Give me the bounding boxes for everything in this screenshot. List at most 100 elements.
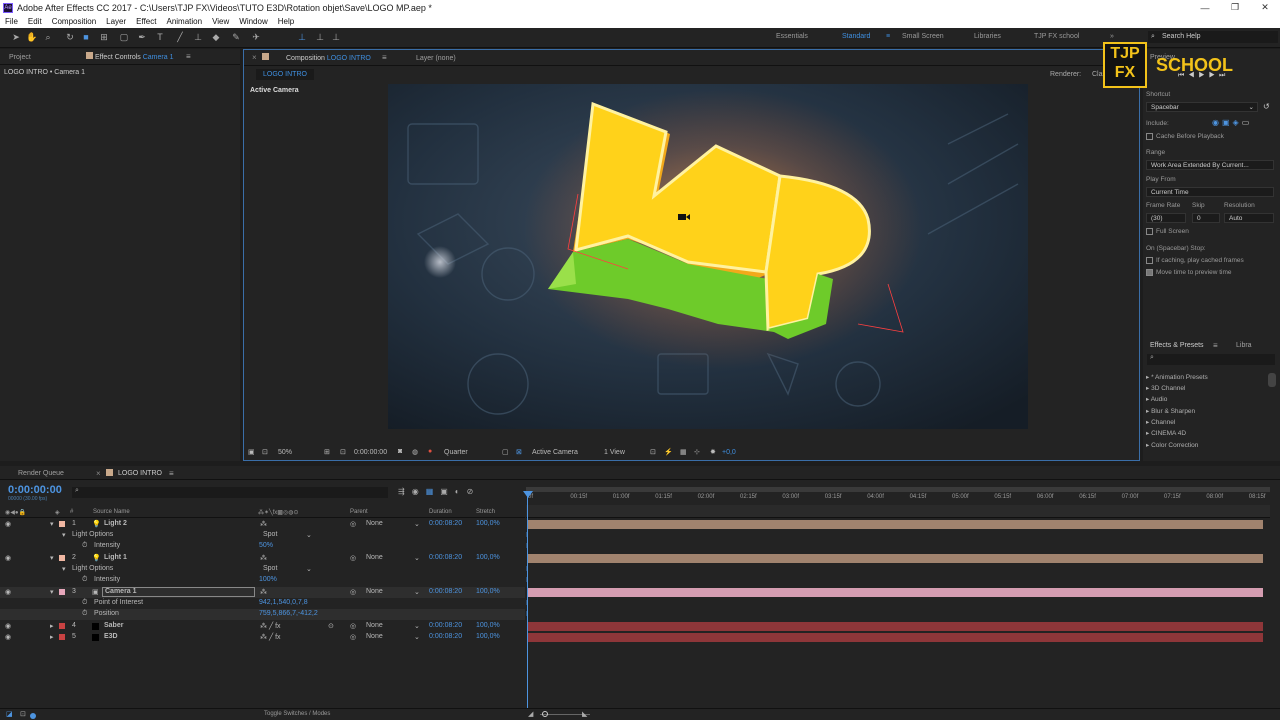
twirl-closed-icon[interactable]: ▸	[50, 622, 54, 630]
property-dropdown[interactable]: Spot	[263, 531, 277, 538]
resolution-dropdown[interactable]: Quarter	[444, 449, 468, 456]
playback-controls[interactable]: ⏮◀▶▶⏭	[1178, 72, 1229, 80]
fast-previews-icon[interactable]: ⚡	[664, 448, 673, 456]
chevron-down-icon[interactable]: ⌄	[414, 622, 420, 630]
layer-stretch[interactable]: 100,0%	[476, 633, 500, 640]
close-tab-icon[interactable]: ×	[252, 53, 257, 62]
timeline-timecode[interactable]: 0:00:00:00	[8, 484, 62, 496]
mask-visibility-icon[interactable]: ⊡	[340, 448, 346, 456]
comp-menu-icon[interactable]: ≡	[382, 53, 387, 62]
tab-render-queue[interactable]: Render Queue	[18, 470, 64, 477]
layer-stretch[interactable]: 100,0%	[476, 520, 500, 527]
resolution-dropdown-preview[interactable]: Auto	[1224, 213, 1274, 223]
exposure-value[interactable]: +0,0	[722, 449, 736, 456]
stopwatch-icon[interactable]: ⏱	[82, 599, 87, 607]
layer-name[interactable]: Light 2	[104, 520, 127, 527]
menu-animation[interactable]: Animation	[161, 17, 207, 26]
viewer-timecode[interactable]: 0:00:00:00	[354, 449, 387, 456]
parent-dropdown[interactable]: None	[366, 554, 383, 561]
stopwatch-icon[interactable]: ⏱	[82, 576, 87, 584]
hand-tool-icon[interactable]: ✋	[26, 31, 38, 43]
camera-tool-icon[interactable]: ■	[80, 31, 92, 43]
pan-behind-tool-icon[interactable]: ⊞	[98, 31, 110, 43]
maximize-button[interactable]: ❐	[1220, 0, 1250, 15]
effect-category-channel[interactable]: ▸ Channel	[1146, 418, 1175, 426]
play-from-dropdown[interactable]: Current Time	[1146, 187, 1274, 197]
layer-duration[interactable]: 0:00:08:20	[429, 633, 462, 640]
parent-dropdown[interactable]: None	[366, 520, 383, 527]
keyframe-icon[interactable]: I	[526, 543, 528, 550]
panel-menu-icon[interactable]: ≡	[186, 52, 191, 61]
axis-view-icon[interactable]: ⊥	[330, 31, 342, 43]
layer-name[interactable]: Saber	[104, 622, 123, 629]
parent-dropdown[interactable]: None	[366, 622, 383, 629]
timeline-lock-icon[interactable]	[106, 469, 113, 476]
menu-view[interactable]: View	[207, 17, 234, 26]
rotation-tool-icon[interactable]: ↻	[64, 31, 76, 43]
brush-tool-icon[interactable]: ╱	[174, 31, 186, 43]
effect-category-animation-presets[interactable]: ▸ * Animation Presets	[1146, 373, 1208, 381]
frame-rate-dropdown[interactable]: (30)	[1146, 213, 1186, 223]
property-value[interactable]: 759,5,866,7,-412,2	[259, 610, 318, 617]
menu-file[interactable]: File	[0, 17, 23, 26]
label-color-swatch[interactable]	[59, 634, 65, 640]
label-color-swatch[interactable]	[59, 589, 65, 595]
visibility-eye-icon[interactable]: ◉	[5, 520, 11, 528]
effect-category-blur-sharpen[interactable]: ▸ Blur & Sharpen	[1146, 407, 1195, 415]
layer-stretch[interactable]: 100,0%	[476, 622, 500, 629]
layer-bar-light2[interactable]	[528, 520, 1263, 529]
layer-row-light1[interactable]: ◉ ▾ 2 💡 Light 1 ⁂ ◎ None ⌄ 0:00:08:20 10…	[0, 553, 525, 564]
menu-edit[interactable]: Edit	[23, 17, 47, 26]
timeline-menu-icon[interactable]: ≡	[169, 469, 174, 478]
tab-libraries[interactable]: Libra	[1236, 342, 1252, 349]
chevron-down-icon[interactable]: ⌄	[306, 565, 312, 573]
search-help-field[interactable]: ⌕ Search Help	[1148, 31, 1278, 43]
clone-stamp-tool-icon[interactable]: ⊥	[192, 31, 204, 43]
transparency-grid-icon[interactable]: ⊠	[516, 448, 522, 456]
label-color-swatch[interactable]	[59, 521, 65, 527]
workspace-essentials[interactable]: Essentials	[776, 33, 808, 40]
keyframe-icon[interactable]: I	[526, 611, 528, 618]
layer-switches-pane-icon[interactable]: ⊡	[20, 710, 26, 718]
timeline-switches[interactable]: ⇶◉▦▣◐⊘	[398, 487, 480, 496]
layer-stretch[interactable]: 100,0%	[476, 554, 500, 561]
workspace-overflow-icon[interactable]: »	[1110, 33, 1114, 40]
twirl-closed-icon[interactable]: ▸	[50, 633, 54, 641]
pickwhip-icon[interactable]: ◎	[350, 622, 356, 630]
parent-header[interactable]: Parent	[350, 509, 368, 515]
menu-layer[interactable]: Layer	[101, 17, 131, 26]
menu-composition[interactable]: Composition	[47, 17, 101, 26]
layer-name-editing[interactable]: Camera 1	[102, 587, 255, 597]
close-tab-icon[interactable]: ×	[96, 469, 101, 478]
type-tool-icon[interactable]: T	[154, 31, 166, 43]
property-value[interactable]: 100%	[259, 576, 277, 583]
layer-bar-e3d[interactable]	[528, 633, 1263, 642]
puppet-tool-icon[interactable]: ✈	[250, 31, 262, 43]
playhead-handle[interactable]	[523, 491, 533, 498]
layer-row-e3d[interactable]: ◉ ▸ 5 E3D ⁂ ╱ fx ◎ None ⌄ 0:00:08:20 100…	[0, 632, 525, 643]
cache-before-playback-checkbox[interactable]: Cache Before Playback	[1146, 133, 1224, 140]
composition-viewer[interactable]	[388, 84, 1028, 429]
zoom-in-icon[interactable]: ◣	[582, 710, 587, 718]
layer-name[interactable]: E3D	[104, 633, 118, 640]
layer-row-saber[interactable]: ◉ ▸ 4 Saber ⁂ ╱ fx ⊙ ◎ None ⌄ 0:00:08:20…	[0, 621, 525, 632]
reset-icon[interactable]: ↺	[1263, 102, 1270, 111]
include-toggles[interactable]: ◉▣◈▭	[1212, 118, 1252, 127]
visibility-eye-icon[interactable]: ◉	[5, 588, 11, 596]
zoom-out-icon[interactable]: ◢	[528, 710, 533, 718]
label-color-swatch[interactable]	[59, 623, 65, 629]
layer-row-light2[interactable]: ◉ ▾ 1 💡 Light 2 ⁂ ◎ None ⌄ 0:00:08:20 10…	[0, 519, 525, 530]
axis-world-icon[interactable]: ⊥	[314, 31, 326, 43]
toggle-switches-modes-button[interactable]: Toggle Switches / Modes	[264, 711, 330, 717]
tab-logo-intro[interactable]: LOGO INTRO	[118, 470, 162, 477]
visibility-eye-icon[interactable]: ◉	[5, 554, 11, 562]
layer-switches[interactable]: ⁂ ╱ fx	[260, 633, 281, 641]
roi-icon[interactable]: ▢	[502, 448, 509, 456]
snapshot-icon[interactable]: ◙	[398, 448, 402, 455]
panel-lock-icon[interactable]	[86, 52, 93, 59]
effects-scrollbar[interactable]	[1268, 373, 1276, 387]
layer-row-camera1[interactable]: ◉ ▾ 3 ▣ Camera 1 ⁂ ◎ None ⌄ 0:00:08:20 1…	[0, 587, 525, 598]
chevron-down-icon[interactable]: ⌄	[414, 520, 420, 528]
effects-menu-icon[interactable]: ≡	[1213, 341, 1218, 350]
always-preview-icon[interactable]: ▣	[248, 448, 255, 456]
